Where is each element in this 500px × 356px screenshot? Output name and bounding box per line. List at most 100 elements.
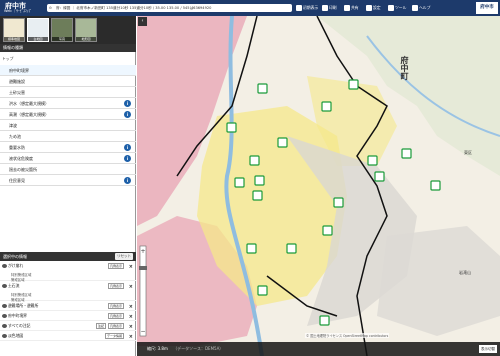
active-layer-row: 土石流 特別警戒区域 警戒区域 凡例表示 ×: [0, 281, 136, 302]
active-layer-row: 府中町境界 凡例表示 ×: [0, 311, 136, 321]
info-icon[interactable]: i: [124, 111, 131, 118]
shelter-icon: [277, 137, 288, 148]
eye-icon[interactable]: [2, 304, 7, 308]
app-logo[interactable]: 府中市 Web ｜ｻｰﾋﾞｽﾏｯﾌﾟ: [2, 0, 37, 16]
home-icon: [296, 5, 302, 11]
active-layer-row: がけ崩れ 特別警戒区域 警戒区域 凡例表示 ×: [0, 261, 136, 282]
eye-icon[interactable]: [2, 314, 7, 318]
layer-item[interactable]: 避難施設: [0, 76, 136, 87]
remove-layer-button[interactable]: ×: [129, 282, 133, 292]
eye-icon[interactable]: [2, 324, 7, 328]
gear-icon: [366, 5, 372, 11]
legend-button[interactable]: 凡例表示: [107, 303, 124, 309]
remove-layer-button[interactable]: ×: [129, 262, 133, 272]
map-type-standard[interactable]: 標準地図: [3, 18, 25, 42]
shelter-icon: [257, 285, 268, 296]
zoom-out-icon[interactable]: −: [140, 328, 145, 335]
address-search-bar[interactable]: ⊙ 府：緑図 ｜ 北府市木ノ新田町 135道分10秒 135道分10秒 / 35…: [47, 4, 292, 12]
data-source-text: （データソース：DEM5A）: [173, 346, 224, 351]
shelter-icon: [246, 243, 257, 254]
shelter-icon: [286, 243, 297, 254]
legend-button[interactable]: 凡例表示: [107, 323, 124, 329]
map-svg: + −: [137, 16, 500, 356]
layer-item[interactable]: 洪水（想定最大規模） i: [0, 98, 136, 109]
eye-icon[interactable]: [2, 334, 7, 338]
help-icon: [412, 5, 418, 11]
active-layer-row: 淡色地図 データ情報 ×: [0, 331, 136, 341]
info-icon[interactable]: i: [124, 177, 131, 184]
place-label: 東区: [464, 150, 472, 155]
layer-item[interactable]: 高潮（想定最大規模） i: [0, 109, 136, 120]
home-button[interactable]: 初期表示: [296, 3, 318, 13]
breadcrumb-top[interactable]: トップ: [2, 56, 13, 62]
map-attribution: © 国土地理院ライセンス OpenStreetMap contributors: [305, 333, 390, 338]
info-icon[interactable]: i: [124, 144, 131, 151]
annotation-button[interactable]: 注記: [95, 323, 106, 329]
shelter-icon: [226, 122, 237, 133]
tool-icon: [388, 5, 394, 11]
toggle-display-button[interactable]: 表示切替: [479, 345, 497, 353]
layer-item[interactable]: ため池: [0, 131, 136, 142]
eye-icon[interactable]: [2, 284, 7, 288]
map-type-selector: 標準地図 白地図 写真 地形図: [0, 16, 136, 44]
info-icon[interactable]: i: [124, 100, 131, 107]
selected-info-title: 選択中の情報: [3, 254, 27, 259]
zoom-slider-handle[interactable]: [139, 266, 147, 270]
active-layer-row: 避難場所・避難所 凡例表示 ×: [0, 301, 136, 311]
eye-icon[interactable]: [2, 264, 7, 268]
map-type-terrain[interactable]: 地形図: [75, 18, 97, 42]
print-button[interactable]: 印刷: [322, 3, 337, 13]
selected-info-header: 選択中の情報 リセット: [0, 252, 136, 261]
print-icon: [322, 5, 328, 11]
map-canvas[interactable]: + − 府中町 東区 岩滝山: [137, 16, 500, 356]
zoom-slider-track[interactable]: [139, 245, 147, 337]
map-type-photo[interactable]: 写真: [51, 18, 73, 42]
data-info-button[interactable]: データ情報: [104, 333, 124, 339]
legend-button[interactable]: 凡例表示: [107, 283, 124, 289]
active-layer-row: すべての注記 注記 凡例表示 ×: [0, 321, 136, 331]
brand-badge: 府中市: [476, 2, 498, 14]
shelter-icon: [367, 155, 378, 166]
layer-item[interactable]: 府中町境界: [0, 65, 136, 76]
layer-list: 府中町境界 避難施設 土砂災害 洪水（想定最大規模） i 高潮（想定最大規模） i …: [0, 65, 136, 186]
layer-item[interactable]: 土砂災害: [0, 87, 136, 98]
help-button[interactable]: ヘルプ: [412, 3, 430, 13]
address-text: 府：緑図 ｜ 北府市木ノ新田町 135道分10秒 135道分10秒 / 35.0…: [56, 6, 212, 10]
shelter-icon: [430, 180, 441, 191]
share-icon: [344, 5, 350, 11]
legend-button[interactable]: 凡例表示: [107, 263, 124, 269]
legend-button[interactable]: 凡例表示: [107, 313, 124, 319]
reset-button[interactable]: リセット: [115, 253, 133, 260]
zoom-in-icon[interactable]: +: [140, 248, 145, 255]
shelter-icon: [322, 225, 333, 236]
shelter-icon: [249, 155, 260, 166]
shelter-icon: [333, 197, 344, 208]
pin-icon: ⊙: [49, 6, 53, 10]
remove-layer-button[interactable]: ×: [129, 332, 133, 342]
active-layers: がけ崩れ 特別警戒区域 警戒区域 凡例表示 × 土石流 特別警戒区域 警戒区域 …: [0, 261, 136, 341]
town-label: 府中町: [400, 56, 409, 80]
info-icon[interactable]: i: [124, 155, 131, 162]
map-type-blank[interactable]: 白地図: [27, 18, 49, 42]
shelter-icon: [234, 177, 245, 188]
layer-item[interactable]: 住民意見 i: [0, 175, 136, 186]
shelter-icon: [374, 171, 385, 182]
shelter-icon: [257, 83, 268, 94]
shelter-icon: [401, 148, 412, 159]
layer-item[interactable]: 過去の被災箇所: [0, 164, 136, 175]
settings-button[interactable]: 設定: [366, 3, 381, 13]
share-button[interactable]: 共有: [344, 3, 359, 13]
scale-text: 縮尺: 3.8m: [147, 346, 168, 351]
shelter-icon: [319, 315, 330, 326]
shelter-icon: [252, 190, 263, 201]
layer-item[interactable]: 液状化危険度 i: [0, 153, 136, 164]
collapse-sidebar-button[interactable]: ‹: [138, 17, 147, 26]
header-bar: 府中市 Web ｜ｻｰﾋﾞｽﾏｯﾌﾟ ⊙ 府：緑図 ｜ 北府市木ノ新田町 135…: [0, 0, 500, 16]
layer-item[interactable]: 津波: [0, 120, 136, 131]
tools-button[interactable]: ツール: [388, 3, 406, 13]
shelter-icon: [348, 79, 359, 90]
section-title: 情報の種類: [0, 44, 136, 52]
layer-item[interactable]: 重要水防 i: [0, 142, 136, 153]
place-label: 岩滝山: [459, 270, 471, 275]
logo-subtitle: Web ｜ｻｰﾋﾞｽﾏｯﾌﾟ: [4, 9, 32, 13]
